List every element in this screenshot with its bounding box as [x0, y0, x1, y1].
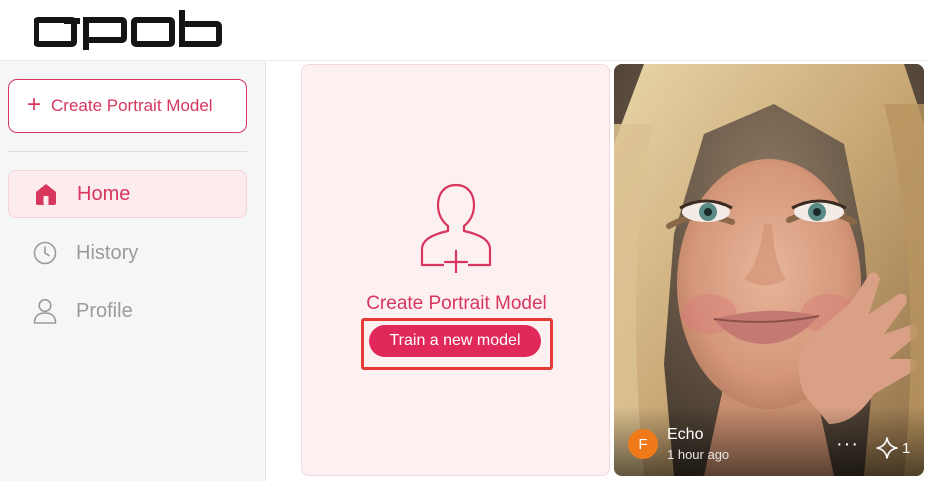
sidebar-item-label: Home: [77, 182, 131, 205]
create-portrait-card[interactable]: Create Portrait Model Train a new model: [301, 64, 610, 476]
model-card[interactable]: F Echo 1 hour ago ··· 1: [614, 64, 924, 476]
plus-icon: +: [27, 91, 42, 118]
sparkle-count: 1: [902, 440, 911, 457]
model-name: Echo: [667, 426, 704, 443]
sidebar-item-label: History: [76, 241, 139, 264]
home-icon: [33, 181, 59, 207]
create-portrait-model-button[interactable]: + Create Portrait Model: [8, 79, 247, 133]
sidebar: + Create Portrait Model Home History Pro…: [0, 61, 266, 481]
card-title: Create Portrait Model: [366, 293, 547, 314]
portrait-add-icon: [420, 183, 492, 273]
apob-logo[interactable]: [34, 10, 222, 50]
sidebar-item-home[interactable]: Home: [8, 170, 247, 218]
user-icon: [32, 298, 58, 324]
train-new-model-button[interactable]: Train a new model: [369, 325, 541, 357]
create-button-label: Create Portrait Model: [51, 96, 213, 115]
sparkle-icon[interactable]: [876, 437, 898, 459]
clock-icon: [32, 240, 58, 266]
top-header: [0, 0, 929, 61]
sidebar-item-label: Profile: [76, 299, 133, 322]
more-horizontal-icon[interactable]: ···: [836, 434, 859, 454]
model-timestamp: 1 hour ago: [667, 447, 730, 462]
sidebar-item-history[interactable]: History: [8, 229, 247, 277]
avatar: F: [628, 429, 658, 459]
sidebar-divider: [8, 151, 247, 152]
sidebar-item-profile[interactable]: Profile: [8, 287, 247, 335]
